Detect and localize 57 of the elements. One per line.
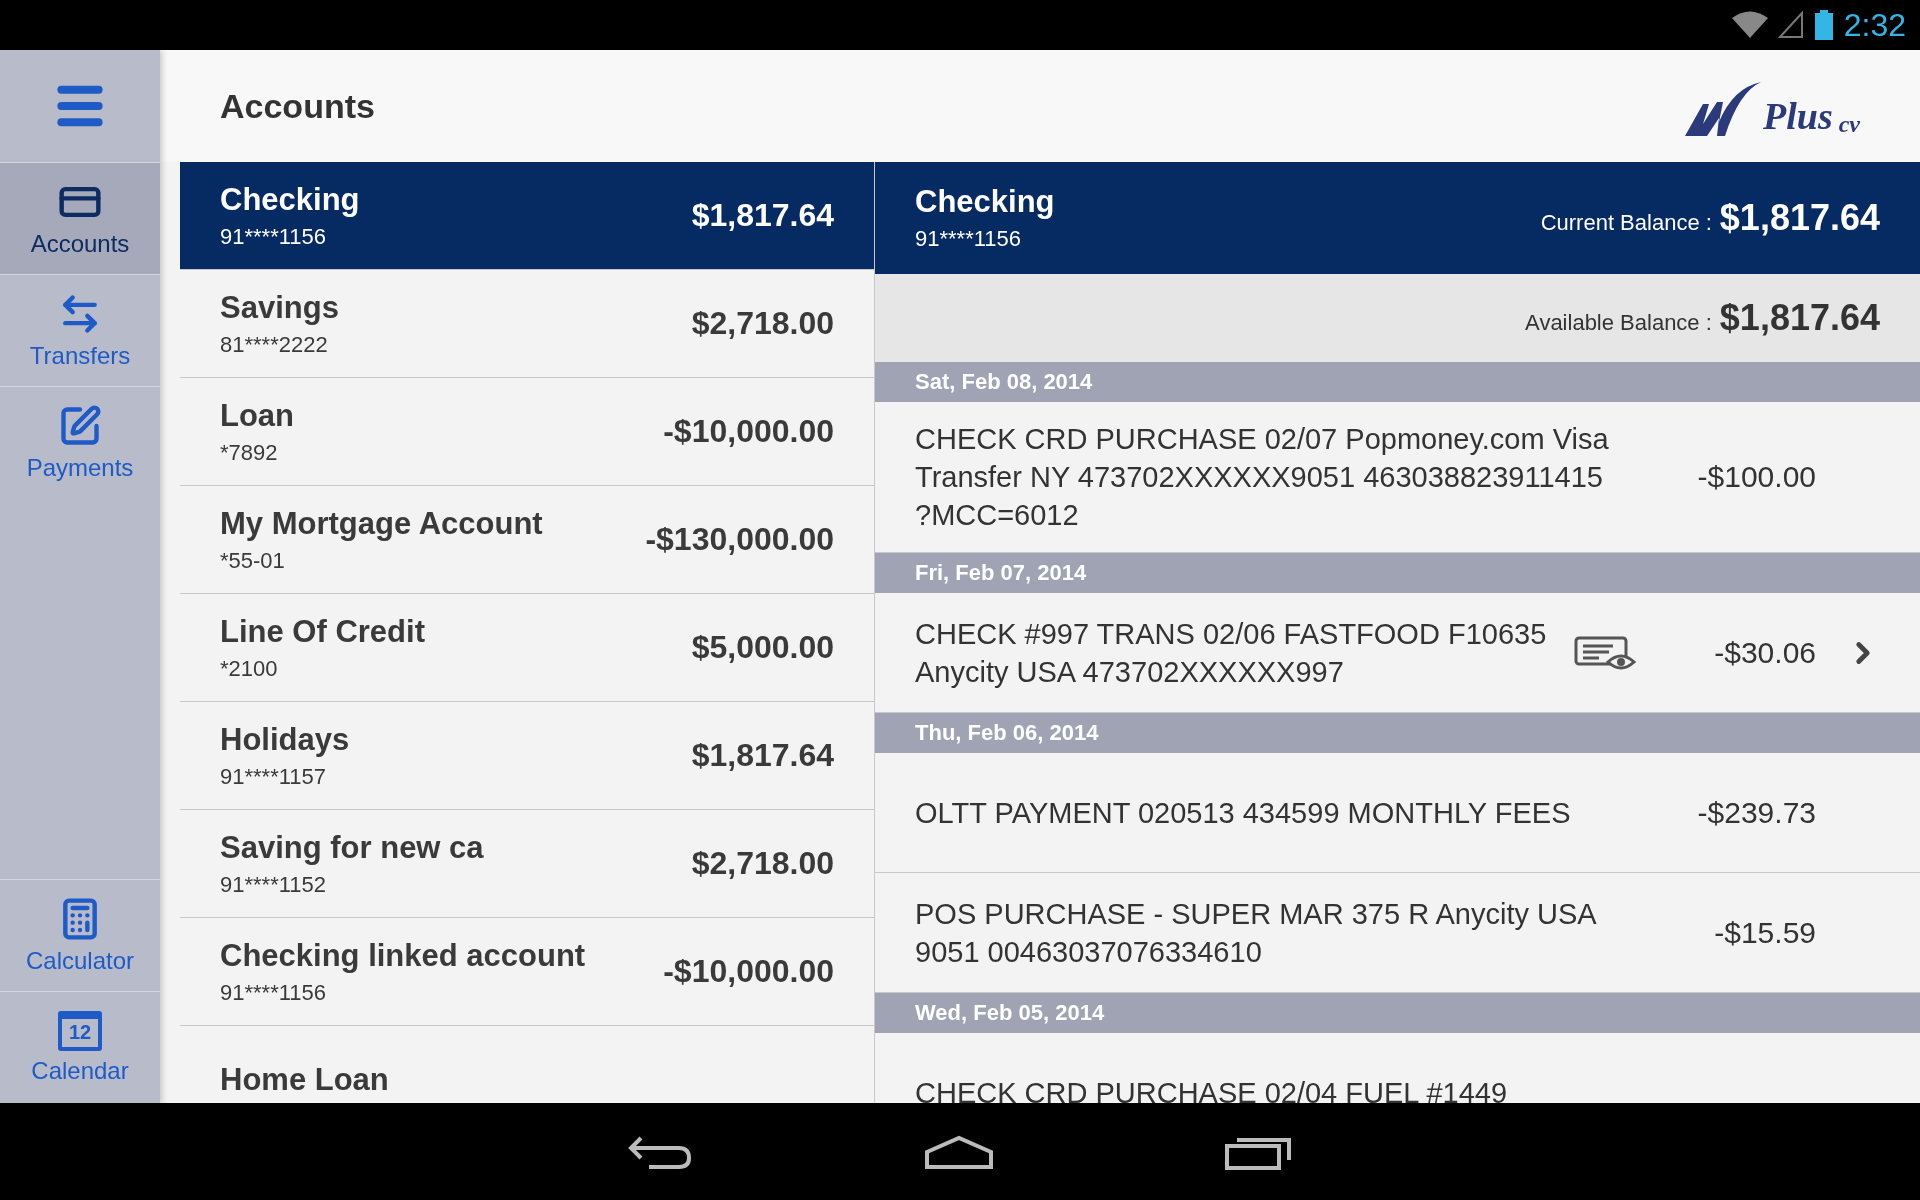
account-number: *2100 <box>220 655 279 682</box>
transaction-description: CHECK #997 TRANS 02/06 FASTFOOD F10635 Anycity USA 473702XXXXXX997 <box>915 616 1548 690</box>
pen-paper-icon <box>58 403 102 448</box>
account-number: 91****1152 <box>220 871 328 898</box>
logo-text: Plus <box>1763 94 1833 138</box>
account-name: Line Of Credit <box>220 613 425 650</box>
account-number: 91****1157 <box>220 763 328 790</box>
account-balance: $1,817.64 <box>691 197 834 234</box>
balance-value: $1,817.64 <box>1719 297 1880 339</box>
page-title: Accounts <box>220 86 375 126</box>
home-icon[interactable] <box>923 1133 995 1170</box>
transaction-description: CHECK CRD PURCHASE 02/04 FUEL #1449 <box>915 1075 1509 1103</box>
balance-label: Current Balance : <box>1540 210 1712 236</box>
account-name: Checking <box>915 184 1055 220</box>
account-name: Checking <box>220 181 360 218</box>
account-balance: $2,718.00 <box>691 305 834 342</box>
account-name: Savings <box>220 289 339 326</box>
account-name: My Mortgage Account <box>220 505 543 542</box>
account-number: 91****1156 <box>220 223 328 250</box>
calendar-icon: 12 <box>58 1010 102 1051</box>
account-number: *55-01 <box>220 547 286 574</box>
account-number: 91****1156 <box>915 226 1023 252</box>
account-balance: $2,718.00 <box>691 845 834 882</box>
account-number: *7892 <box>220 439 279 466</box>
transaction-amount: -$100.00 <box>1696 460 1816 494</box>
check-image-icon[interactable] <box>1574 635 1636 670</box>
wifi-icon <box>1731 11 1768 39</box>
date-header: Sat, Feb 08, 2014 <box>875 362 1920 402</box>
account-name: Loan <box>220 397 295 434</box>
account-balance: $5,000.00 <box>691 629 834 666</box>
balance-label: Available Balance : <box>1525 310 1712 336</box>
sidebar-nav-item[interactable]: Accounts <box>0 162 160 274</box>
signal-icon <box>1777 11 1804 39</box>
date-header: Thu, Feb 06, 2014 <box>875 713 1920 753</box>
account-name: Checking linked account <box>220 937 586 974</box>
transaction-amount: -$239.73 <box>1696 795 1816 830</box>
account-name: Holidays <box>220 721 350 758</box>
date-header: Fri, Feb 07, 2014 <box>875 553 1920 593</box>
transaction-description: OLTT PAYMENT 020513 434599 MONTHLY FEES <box>915 795 1572 831</box>
balance-value: $1,817.64 <box>1719 197 1880 239</box>
transaction-amount: -$30.06 <box>1713 635 1816 670</box>
transaction-description: CHECK CRD PURCHASE 02/07 Popmoney.com Visa Transfer NY 473702XXXXXX9051 463038823911415 ?MCC=6012 <box>915 422 1610 533</box>
battery-icon <box>1813 10 1834 40</box>
transaction-description: POS PURCHASE - SUPER MAR 375 R Anycity USA 9051 00463037076334610 <box>915 896 1597 970</box>
account-balance: $1,817.64 <box>691 737 834 774</box>
account-balance: -$130,000.00 <box>645 521 834 558</box>
account-number: 91****1156 <box>220 979 328 1006</box>
account-balance: -$10,000.00 <box>663 413 834 450</box>
logo-suffix: cv <box>1838 111 1860 138</box>
clock-time: 2:32 <box>1843 6 1906 44</box>
account-balance: -$10,000.00 <box>663 953 834 990</box>
transaction-amount: -$15.59 <box>1713 915 1816 950</box>
account-row[interactable]: Checking 91****1156 $1,817.64 <box>180 162 874 270</box>
account-number: 81****2222 <box>220 331 329 358</box>
date-header: Wed, Feb 05, 2014 <box>875 993 1920 1033</box>
account-name: Saving for new ca <box>220 829 484 866</box>
account-name: Home Loan <box>220 1061 389 1098</box>
